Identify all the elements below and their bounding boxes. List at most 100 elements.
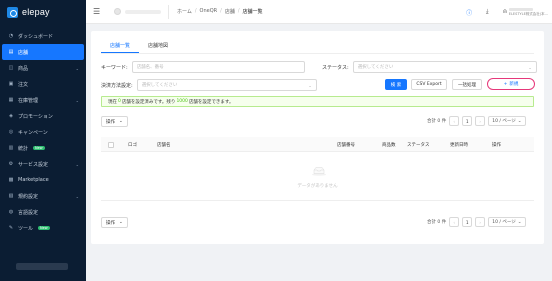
col-store-name: 店舗名	[157, 143, 171, 148]
terms-icon: ▧	[8, 193, 14, 199]
sidebar-item-label: 店舗	[18, 49, 29, 56]
chevron-down-icon: ⌄	[308, 82, 312, 88]
breadcrumb-home[interactable]: ホーム	[177, 8, 192, 15]
sidebar-item-label: 言語設定	[18, 209, 39, 216]
operations-dropdown[interactable]: 操作 ⌄	[101, 116, 128, 127]
sidebar-item-language[interactable]: ◍ 言語設定	[0, 204, 86, 220]
col-product-count: 商品数	[382, 143, 396, 148]
store-table: ロゴ 店舗名 店舗番号 商品数 ステータス 更新日時 操作 データがありません	[101, 137, 534, 201]
next-page-button[interactable]: ›	[475, 217, 486, 227]
sidebar-item-terms[interactable]: ▧ 規約設定 ⌄	[0, 188, 86, 204]
store-avatar	[114, 8, 121, 15]
sidebar-item-label: 統計	[18, 145, 29, 152]
sidebar-footer-account[interactable]	[16, 263, 68, 270]
top-header: ☰ ホーム / OneQR / 店舗 / 店舗一覧 ⓘ ⤓ ⍝ ELESTYLE…	[86, 0, 552, 24]
sidebar-item-label: 在庫管理	[18, 97, 39, 104]
main-card: 店舗一覧 店舗地図 キーワード: 店舗名、番号 ステータス: 選択してください …	[91, 31, 544, 244]
page-number[interactable]: 1	[462, 116, 473, 126]
logo-text: elepay	[22, 7, 50, 17]
new-badge: New	[33, 146, 45, 150]
col-store-number: 店舗番号	[337, 143, 355, 148]
col-logo: ロゴ	[128, 143, 137, 148]
dashboard-icon: ◔	[8, 33, 14, 39]
user-menu[interactable]: ⍝ ELESTYLE株式会社(本...	[503, 7, 548, 17]
service-settings-icon: ⚙	[8, 161, 14, 167]
breadcrumb: ホーム / OneQR / 店舗 / 店舗一覧	[177, 8, 263, 15]
marketplace-icon: ▩	[8, 177, 14, 183]
chevron-down-icon: ⌄	[119, 220, 123, 225]
sidebar-item-stats[interactable]: ▥ 統計 New	[0, 140, 86, 156]
store-icon: ▤	[8, 49, 14, 55]
keyword-input[interactable]: 店舗名、番号	[131, 61, 305, 73]
page-number[interactable]: 1	[462, 217, 473, 227]
promotion-icon: ◈	[9, 113, 13, 119]
store-switcher[interactable]	[114, 8, 161, 15]
sidebar: elepay ◔ ダッシュボード ▤ 店舗 ◫ 商品 ⌄ ▣ 注文 ▦ 在庫管理 ⌄ ◈ プロモーション ◎…	[0, 0, 86, 281]
user-icon: ⍝	[503, 8, 507, 15]
tab-store-map[interactable]: 店舗地図	[139, 39, 177, 53]
operations-dropdown-bottom[interactable]: 操作 ⌄	[101, 217, 128, 228]
keyword-filter: キーワード: 店舗名、番号	[101, 61, 305, 73]
prev-page-button[interactable]: ‹	[449, 116, 460, 126]
sidebar-item-label: プロモーション	[18, 113, 53, 120]
campaign-icon: ◎	[8, 129, 14, 135]
sidebar-item-service-settings[interactable]: ⚙ サービス設定 ⌄	[0, 156, 86, 172]
language-icon: ◍	[8, 209, 14, 215]
breadcrumb-oneqr[interactable]: OneQR	[200, 8, 218, 15]
select-all-checkbox[interactable]	[108, 142, 114, 148]
total-count: 合計 0 件	[427, 220, 447, 225]
payment-label: 決済方法設定:	[101, 82, 133, 89]
search-button[interactable]: 検 索	[385, 79, 407, 90]
status-label: ステータス:	[322, 64, 349, 71]
user-company: ELESTYLE株式会社(本...	[508, 11, 548, 16]
chevron-down-icon: ⌄	[75, 97, 79, 103]
tool-icon: ✎	[8, 225, 14, 231]
logo[interactable]: elepay	[0, 0, 86, 24]
sidebar-nav: ◔ ダッシュボード ▤ 店舗 ◫ 商品 ⌄ ▣ 注文 ▦ 在庫管理 ⌄ ◈ プロモーション ◎ キャンペーン ▥…	[0, 28, 86, 236]
store-name-placeholder	[125, 9, 161, 14]
bulk-process-button[interactable]: 一括処理	[452, 79, 482, 90]
pagination-bottom: 合計 0 件 ‹ 1 › 10 / ページ ⌄	[427, 217, 526, 227]
tab-bar: 店舗一覧 店舗地図	[101, 39, 534, 54]
sidebar-item-label: 規約設定	[18, 193, 39, 200]
download-icon[interactable]: ⤓	[483, 8, 491, 16]
col-updated-at: 更新日時	[450, 143, 468, 148]
page-size-select[interactable]: 10 / ページ ⌄	[488, 116, 526, 126]
tab-store-list[interactable]: 店舗一覧	[101, 39, 140, 53]
status-select[interactable]: 選択してください ⌄	[352, 61, 537, 73]
payment-filter: 決済方法設定: 選択してください ⌄	[101, 79, 317, 91]
current-store-count: 0	[118, 99, 121, 104]
csv-export-button[interactable]: CSV Export	[411, 79, 447, 90]
chevron-down-icon: ⌄	[75, 65, 79, 71]
empty-state-text: データがありません	[297, 184, 338, 189]
table-body: データがありません	[101, 152, 534, 201]
chevron-down-icon: ⌄	[119, 119, 123, 124]
sidebar-item-label: Marketplace	[18, 177, 49, 183]
sidebar-item-marketplace[interactable]: ▩ Marketplace	[0, 172, 86, 188]
help-icon[interactable]: ⓘ	[465, 8, 473, 17]
sidebar-item-promotion[interactable]: ◈ プロモーション	[0, 108, 86, 124]
payment-select[interactable]: 選択してください ⌄	[136, 79, 317, 91]
stats-icon: ▥	[8, 145, 14, 151]
next-page-button[interactable]: ›	[475, 116, 486, 126]
total-count: 合計 0 件	[427, 119, 447, 124]
col-status: ステータス	[407, 143, 430, 148]
sidebar-item-campaign[interactable]: ◎ キャンペーン	[0, 124, 86, 140]
user-name-placeholder	[508, 7, 533, 11]
table-header: ロゴ 店舗名 店舗番号 商品数 ステータス 更新日時 操作	[101, 137, 534, 152]
breadcrumb-store[interactable]: 店舗	[225, 8, 235, 15]
sidebar-item-tool[interactable]: ✎ ツール New	[0, 220, 86, 236]
sidebar-item-label: ツール	[18, 225, 34, 232]
prev-page-button[interactable]: ‹	[449, 217, 460, 227]
sidebar-item-store[interactable]: ▤ 店舗	[2, 44, 84, 60]
status-filter: ステータス: 選択してください ⌄	[322, 61, 537, 73]
sidebar-item-order[interactable]: ▣ 注文	[0, 76, 86, 92]
new-store-button[interactable]: + 新規	[487, 78, 535, 90]
page-size-select[interactable]: 10 / ページ ⌄	[488, 217, 526, 227]
sidebar-item-inventory[interactable]: ▦ 在庫管理 ⌄	[0, 92, 86, 108]
new-badge: New	[38, 226, 50, 230]
menu-toggle-icon[interactable]: ☰	[93, 7, 101, 16]
sidebar-item-product[interactable]: ◫ 商品 ⌄	[0, 60, 86, 76]
keyword-label: キーワード:	[101, 64, 128, 71]
sidebar-item-dashboard[interactable]: ◔ ダッシュボード	[0, 28, 86, 44]
